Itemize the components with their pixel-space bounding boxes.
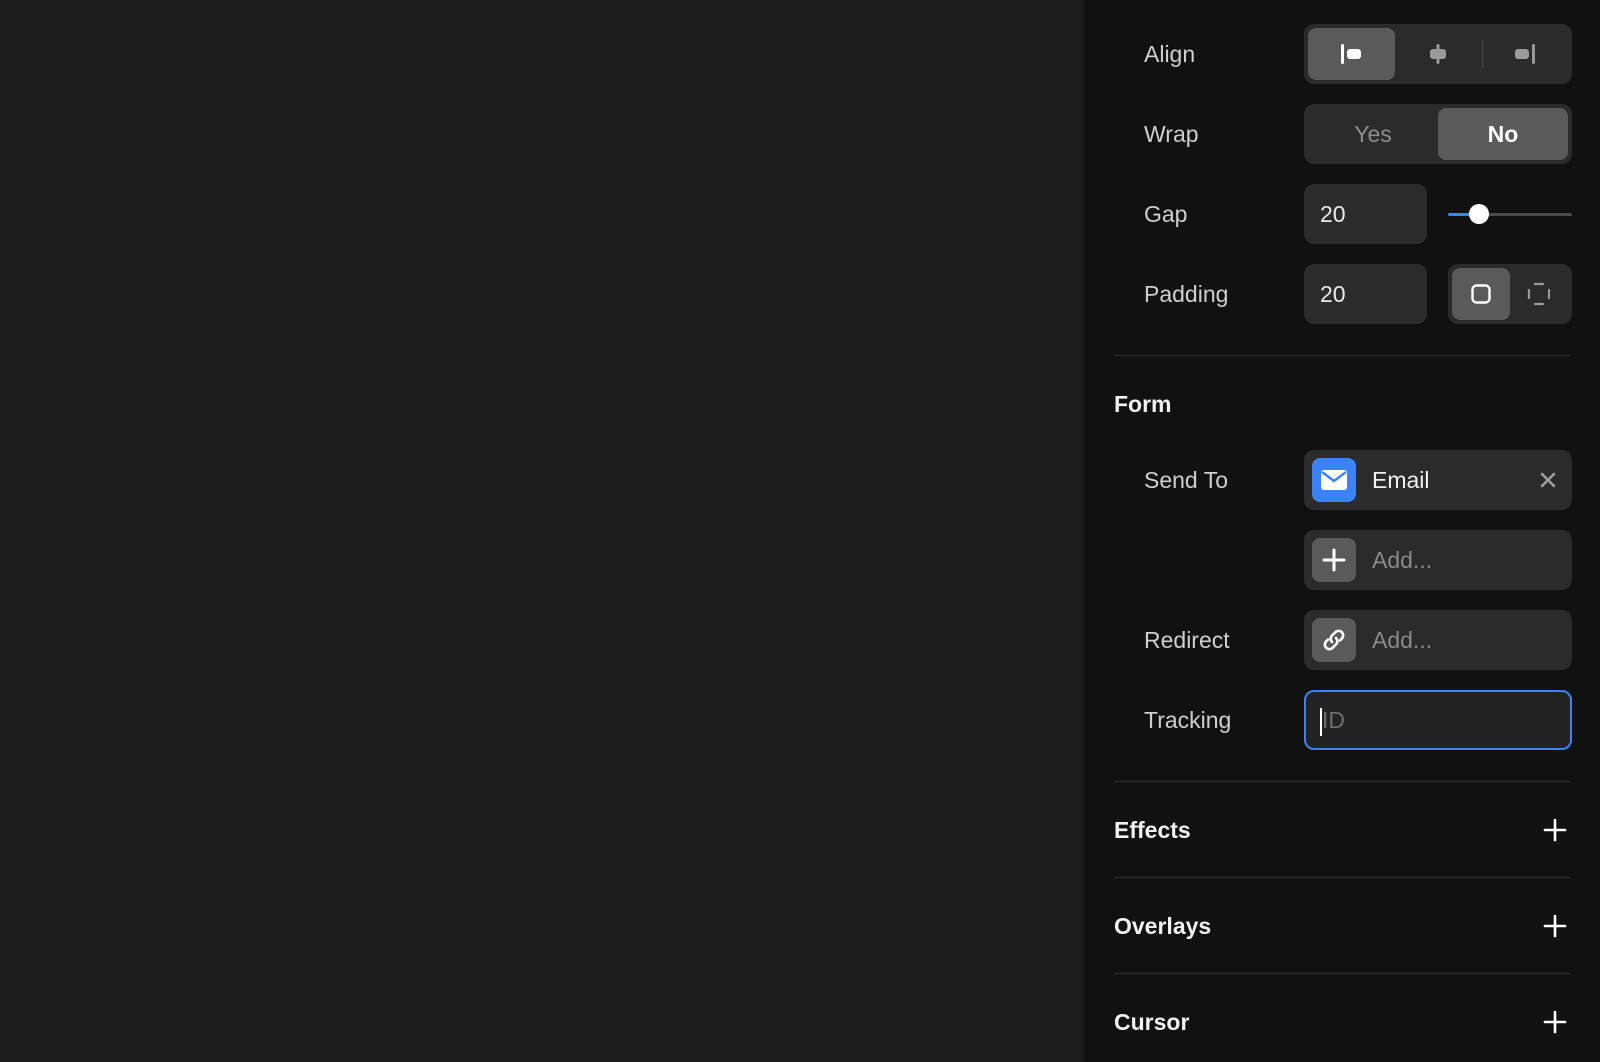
padding-mode-control <box>1448 264 1572 324</box>
plus-icon <box>1312 538 1356 582</box>
plus-icon <box>1543 818 1567 842</box>
align-right-button[interactable] <box>1481 28 1568 80</box>
align-right-icon <box>1514 44 1535 64</box>
tracking-row: Tracking ID <box>1084 690 1600 750</box>
remove-email-button[interactable] <box>1538 470 1558 490</box>
gap-label: Gap <box>1144 201 1188 227</box>
align-segmented-control <box>1304 24 1572 84</box>
gap-input[interactable]: 20 <box>1304 184 1427 244</box>
tracking-input[interactable]: ID <box>1304 690 1572 750</box>
section-divider <box>1114 973 1570 974</box>
tracking-placeholder: ID <box>1322 707 1345 733</box>
section-divider <box>1114 781 1570 782</box>
align-row: Align <box>1084 24 1600 84</box>
gap-slider-knob[interactable] <box>1469 204 1489 224</box>
wrap-no-button[interactable]: No <box>1438 108 1568 160</box>
send-to-row: Send To Email <box>1084 450 1600 510</box>
send-to-add-row: Add... <box>1084 530 1600 590</box>
form-section-title: Form <box>1114 391 1172 417</box>
align-label: Align <box>1144 41 1196 67</box>
padding-input[interactable]: 20 <box>1304 264 1427 324</box>
close-icon <box>1540 472 1556 488</box>
align-left-icon <box>1341 44 1362 64</box>
email-icon <box>1312 458 1356 502</box>
section-divider <box>1114 355 1570 356</box>
add-overlay-button[interactable] <box>1540 911 1570 941</box>
overlays-section-title: Overlays <box>1114 913 1212 939</box>
send-to-email-text: Email <box>1372 467 1430 493</box>
redirect-label: Redirect <box>1144 627 1230 653</box>
effects-section-title: Effects <box>1114 817 1191 843</box>
wrap-label: Wrap <box>1144 121 1199 147</box>
redirect-add-text: Add... <box>1372 627 1433 653</box>
redirect-row: Redirect Add... <box>1084 610 1600 670</box>
padding-individual-icon <box>1527 282 1551 306</box>
send-to-add-text: Add... <box>1372 547 1433 573</box>
cursor-section-title: Cursor <box>1114 1009 1190 1035</box>
padding-uniform-button[interactable] <box>1452 268 1510 320</box>
align-center-icon <box>1430 44 1446 64</box>
padding-row: Padding 20 <box>1084 264 1600 324</box>
plus-icon <box>1543 1010 1567 1034</box>
wrap-yes-button[interactable]: Yes <box>1308 108 1438 160</box>
link-icon <box>1312 618 1356 662</box>
properties-panel: Align Wrap Yes No Gap 20 Padding 20 Form… <box>1084 0 1600 1062</box>
align-center-button[interactable] <box>1395 28 1482 80</box>
align-left-button[interactable] <box>1308 28 1395 80</box>
segment-separator <box>1482 40 1483 68</box>
plus-icon <box>1543 914 1567 938</box>
send-to-label: Send To <box>1144 467 1228 493</box>
add-effect-button[interactable] <box>1540 815 1570 845</box>
canvas-area[interactable] <box>0 0 1084 1062</box>
gap-row: Gap 20 <box>1084 184 1600 244</box>
wrap-segmented-control: Yes No <box>1304 104 1572 164</box>
send-to-add-button[interactable]: Add... <box>1304 530 1572 590</box>
padding-label: Padding <box>1144 281 1229 307</box>
add-cursor-button[interactable] <box>1540 1007 1570 1037</box>
wrap-row: Wrap Yes No <box>1084 104 1600 164</box>
section-divider <box>1114 877 1570 878</box>
padding-uniform-icon <box>1471 284 1491 304</box>
tracking-label: Tracking <box>1144 707 1232 733</box>
redirect-add-button[interactable]: Add... <box>1304 610 1572 670</box>
send-to-email-item[interactable]: Email <box>1304 450 1572 510</box>
padding-individual-button[interactable] <box>1510 268 1568 320</box>
gap-slider[interactable] <box>1448 204 1572 224</box>
